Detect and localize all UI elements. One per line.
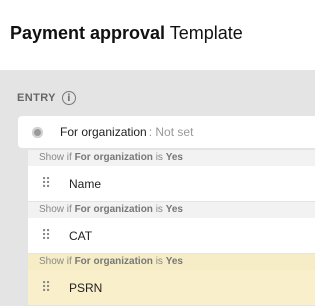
condition-value: Yes xyxy=(165,152,183,163)
condition-prefix: Show if xyxy=(39,256,72,267)
condition-field: For organization xyxy=(74,152,153,163)
condition-operator: is xyxy=(155,256,163,267)
condition-value: Yes xyxy=(165,256,183,267)
radio-icon[interactable] xyxy=(32,126,43,138)
entry-section-label: ENTRY xyxy=(17,92,56,104)
field-label: CAT xyxy=(69,228,93,243)
conditional-field-cat[interactable]: Show if For organization is Yes ⠿ CAT xyxy=(28,202,315,253)
field-label: PSRN xyxy=(69,280,103,295)
page-title: Payment approval Template xyxy=(10,22,243,44)
for-organization-value: : Not set xyxy=(148,125,194,139)
for-organization-label: For organization xyxy=(60,125,147,139)
entry-section-header: ENTRY i xyxy=(17,91,76,105)
show-if-condition: Show if For organization is Yes xyxy=(28,202,183,218)
drag-handle-icon[interactable]: ⠿ xyxy=(41,281,51,295)
page-title-suffix: Template xyxy=(169,23,243,43)
condition-prefix: Show if xyxy=(39,152,72,163)
field-row[interactable]: ⠿ PSRN xyxy=(28,270,315,305)
condition-value: Yes xyxy=(165,204,183,215)
page-header: Payment approval Template xyxy=(0,0,315,70)
condition-prefix: Show if xyxy=(39,204,72,215)
info-icon[interactable]: i xyxy=(61,91,76,105)
condition-field: For organization xyxy=(74,256,153,267)
field-row[interactable]: ⠿ CAT xyxy=(28,218,315,253)
condition-operator: is xyxy=(155,204,163,215)
condition-operator: is xyxy=(155,152,163,163)
conditional-field-name[interactable]: Show if For organization is Yes ⠿ Name xyxy=(28,150,315,201)
page-title-name: Payment approval xyxy=(10,23,166,43)
field-row[interactable]: ⠿ Name xyxy=(28,166,315,201)
conditional-field-psrn[interactable]: Show if For organization is Yes ⠿ PSRN xyxy=(28,254,315,305)
show-if-condition: Show if For organization is Yes xyxy=(28,254,183,270)
for-organization-field[interactable]: For organization : Not set xyxy=(18,116,315,148)
drag-handle-icon[interactable]: ⠿ xyxy=(41,177,51,191)
show-if-condition: Show if For organization is Yes xyxy=(28,150,183,166)
field-label: Name xyxy=(69,176,102,191)
drag-handle-icon[interactable]: ⠿ xyxy=(41,229,51,243)
condition-field: For organization xyxy=(74,204,153,215)
